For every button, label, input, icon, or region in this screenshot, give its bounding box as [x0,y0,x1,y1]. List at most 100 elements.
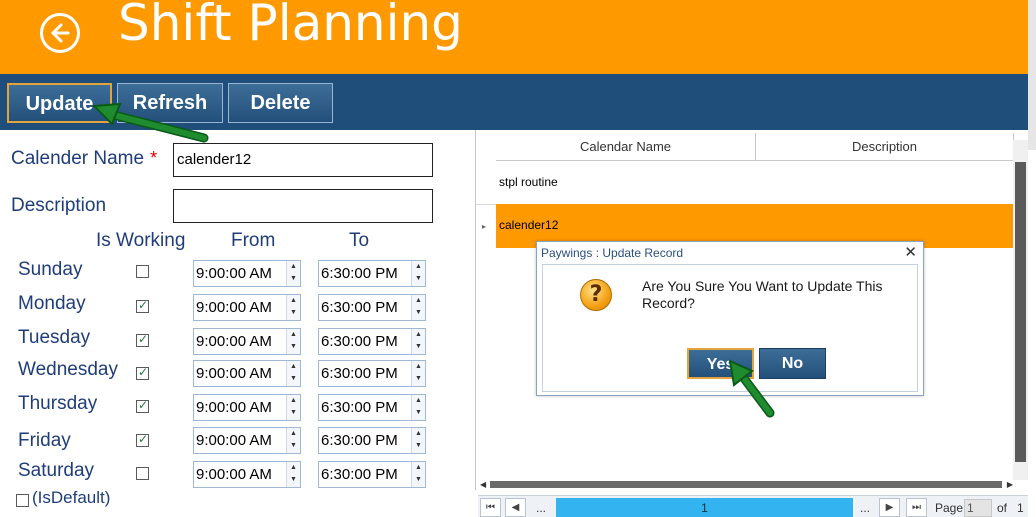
working-checkbox-sunday[interactable] [136,265,149,278]
last-page-icon[interactable]: ⏭ [906,498,927,517]
time-value: 6:30:00 PM [321,299,398,316]
question-icon: ? [580,279,612,311]
yes-button[interactable]: Yes [687,348,754,379]
description-input[interactable] [173,189,433,223]
check-icon: ✓ [138,298,149,312]
time-value: 6:30:00 PM [321,466,398,483]
pager-ellipsis-left[interactable]: ... [536,501,546,515]
to-header: To [349,230,370,251]
to-time-input-wednesday[interactable]: 6:30:00 PM ▲ ▼ [318,360,426,387]
to-time-input-saturday[interactable]: 6:30:00 PM ▲ ▼ [318,461,426,488]
update-button[interactable]: Update [7,83,112,123]
time-value: 9:00:00 AM [196,399,272,416]
spinner-icon[interactable]: ▲ ▼ [411,462,425,487]
cell-calendar-name: stpl routine [499,175,558,189]
pager: ⏮ ◀ ... 1 ... ▶ ⏭ Page 1 of 1 [478,495,1028,517]
spinner-icon[interactable]: ▲ ▼ [411,395,425,420]
working-checkbox-monday[interactable]: ✓ [136,298,149,313]
to-time-input-monday[interactable]: 6:30:00 PM ▲ ▼ [318,294,426,321]
next-page-icon[interactable]: ▶ [879,498,900,517]
time-value: 6:30:00 PM [321,399,398,416]
spinner-icon[interactable]: ▲ ▼ [411,261,425,286]
from-time-input-monday[interactable]: 9:00:00 AM ▲ ▼ [193,294,301,321]
time-value: 9:00:00 AM [196,333,272,350]
first-page-icon[interactable]: ⏮ [480,498,501,517]
spinner-icon[interactable]: ▲ ▼ [286,329,300,354]
spinner-icon[interactable]: ▲ ▼ [411,329,425,354]
working-checkbox-friday[interactable]: ✓ [136,432,149,447]
scroll-thumb[interactable] [490,481,1002,488]
window-edge [1028,0,1036,517]
to-time-input-tuesday[interactable]: 6:30:00 PM ▲ ▼ [318,328,426,355]
day-label-saturday: Saturday [18,460,95,481]
working-checkbox-thursday[interactable]: ✓ [136,398,149,413]
delete-button[interactable]: Delete [228,83,333,123]
header-bar: Shift Planning [0,0,1028,74]
table-row[interactable]: stpl routine [476,161,1014,205]
to-time-input-sunday[interactable]: 6:30:00 PM ▲ ▼ [318,260,426,287]
refresh-button[interactable]: Refresh [117,83,223,123]
spinner-icon[interactable]: ▲ ▼ [286,295,300,320]
no-button[interactable]: No [759,348,826,379]
column-header-description[interactable]: Description [756,133,1014,161]
working-checkbox-wednesday[interactable]: ✓ [136,365,149,380]
scroll-right-icon[interactable]: ▶ [1007,480,1013,489]
calendar-name-input[interactable]: calender12 [173,143,433,177]
spinner-icon[interactable]: ▲ ▼ [286,261,300,286]
time-value: 9:00:00 AM [196,365,272,382]
close-icon[interactable]: ✕ [904,243,917,261]
check-icon: ✓ [138,398,149,412]
from-time-input-wednesday[interactable]: 9:00:00 AM ▲ ▼ [193,360,301,387]
dialog-message: Are You Sure You Want to Update This Rec… [642,278,883,311]
is-default-label: (IsDefault) [32,488,111,507]
back-arrow-icon [51,23,70,43]
check-icon: ✓ [138,365,149,379]
time-value: 6:30:00 PM [321,333,398,350]
grid-vertical-scrollbar[interactable] [1013,140,1028,480]
calendar-name-label: Calender Name * [11,148,158,169]
prev-page-icon[interactable]: ◀ [505,498,526,517]
check-icon: ✓ [138,432,149,446]
from-time-input-sunday[interactable]: 9:00:00 AM ▲ ▼ [193,260,301,287]
page-number-input[interactable]: 1 [964,499,992,517]
window-scrollbar[interactable] [1028,0,1036,150]
column-header-calendar-name[interactable]: Calendar Name [496,133,756,161]
scroll-left-icon[interactable]: ◀ [480,480,486,489]
time-value: 6:30:00 PM [321,365,398,382]
time-value: 9:00:00 AM [196,265,272,282]
pager-ellipsis-right[interactable]: ... [860,501,870,515]
day-label-sunday: Sunday [18,259,83,280]
to-time-input-friday[interactable]: 6:30:00 PM ▲ ▼ [318,427,426,454]
from-header: From [231,230,276,251]
day-label-wednesday: Wednesday [18,359,118,380]
row-indicator-icon: ▸ [482,222,487,231]
spinner-icon[interactable]: ▲ ▼ [286,462,300,487]
spinner-icon[interactable]: ▲ ▼ [286,395,300,420]
page-label: Page [935,501,964,515]
spinner-icon[interactable]: ▲ ▼ [411,361,425,386]
calendar-form: Calender Name * calender12 Description Is… [0,130,475,517]
spinner-icon[interactable]: ▲ ▼ [286,428,300,453]
toolbar: Update Refresh Delete [0,74,1028,130]
current-page-button[interactable]: 1 [556,498,853,517]
back-button[interactable] [40,13,80,53]
scroll-thumb[interactable] [1015,162,1026,462]
confirm-dialog: Paywings : Update Record ✕ ? Are You Sur… [536,241,924,396]
required-mark: * [150,148,158,168]
spinner-icon[interactable]: ▲ ▼ [411,428,425,453]
working-checkbox-saturday[interactable] [136,467,149,480]
spinner-icon[interactable]: ▲ ▼ [286,361,300,386]
day-label-monday: Monday [18,293,86,314]
grid-horizontal-scrollbar[interactable]: ◀ ▶ [480,478,1013,490]
cell-calendar-name: calender12 [499,218,559,232]
description-label: Description [11,195,107,216]
from-time-input-saturday[interactable]: 9:00:00 AM ▲ ▼ [193,461,301,488]
from-time-input-thursday[interactable]: 9:00:00 AM ▲ ▼ [193,394,301,421]
from-time-input-tuesday[interactable]: 9:00:00 AM ▲ ▼ [193,328,301,355]
day-label-friday: Friday [18,430,71,451]
is-default-checkbox[interactable] [16,494,29,507]
to-time-input-thursday[interactable]: 6:30:00 PM ▲ ▼ [318,394,426,421]
spinner-icon[interactable]: ▲ ▼ [411,295,425,320]
from-time-input-friday[interactable]: 9:00:00 AM ▲ ▼ [193,427,301,454]
working-checkbox-tuesday[interactable]: ✓ [136,332,149,347]
